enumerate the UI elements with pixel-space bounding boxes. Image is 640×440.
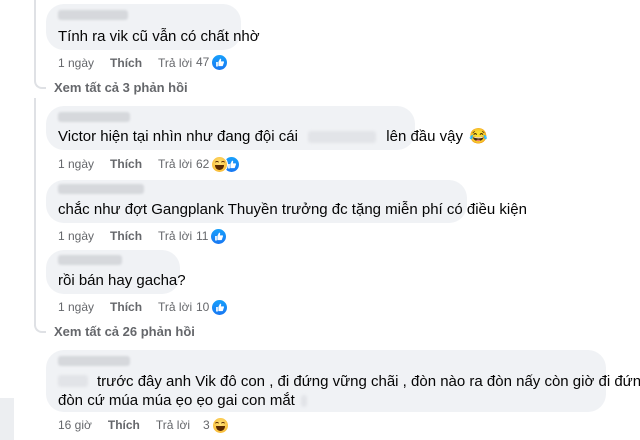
reply-button[interactable]: Trả lời bbox=[156, 418, 190, 432]
redacted-word bbox=[308, 131, 377, 144]
reaction-summary[interactable]: 10 bbox=[196, 298, 229, 316]
redacted-author-name bbox=[58, 184, 144, 194]
redacted-tag bbox=[58, 375, 88, 387]
redacted-author-name bbox=[58, 255, 122, 265]
comment-time[interactable]: 1 ngày bbox=[58, 229, 94, 243]
like-button[interactable]: Thích bbox=[108, 418, 140, 432]
comment-bubble: Victor hiện tại nhìn như đang đội cái lê… bbox=[46, 106, 488, 150]
reaction-summary[interactable]: 3 bbox=[203, 416, 229, 434]
reaction-count: 10 bbox=[196, 300, 210, 314]
reaction-summary[interactable]: 47 bbox=[196, 53, 229, 71]
haha-icon bbox=[211, 416, 229, 434]
like-button[interactable]: Thích bbox=[110, 300, 142, 314]
haha-icon bbox=[211, 155, 229, 173]
comment-text: Victor hiện tại nhìn như đang đội cái lê… bbox=[58, 127, 488, 146]
reaction-count: 3 bbox=[203, 418, 210, 432]
comment-actions: 1 ngày Thích Trả lời bbox=[58, 228, 192, 244]
comment-text-line: đòn cứ múa múa ẹo ẹo gai con mắt bbox=[58, 391, 308, 410]
reaction-count: 47 bbox=[196, 55, 210, 69]
redacted-word bbox=[301, 395, 308, 408]
reply-button[interactable]: Trả lời bbox=[158, 56, 192, 70]
reaction-count: 11 bbox=[196, 229, 209, 243]
comment-bubble: trước đây anh Vik đô con , đi đứng vững … bbox=[46, 350, 640, 412]
like-icon bbox=[211, 298, 229, 316]
comment-time[interactable]: 1 ngày bbox=[58, 157, 94, 171]
thread-branch bbox=[34, 322, 46, 333]
comment-time[interactable]: 16 giờ bbox=[58, 418, 92, 432]
reply-button[interactable]: Trả lời bbox=[158, 300, 192, 314]
comment-actions: 1 ngày Thích Trả lời bbox=[58, 156, 192, 172]
laughing-emoji: 😂 bbox=[469, 128, 488, 145]
comment-text-part: đòn cứ múa múa ẹo ẹo gai con mắt bbox=[58, 392, 295, 409]
avatar-edge bbox=[0, 398, 14, 440]
comment-text-part: Victor hiện tại nhìn như đang đội cái bbox=[58, 128, 298, 145]
comment-time[interactable]: 1 ngày bbox=[58, 300, 94, 314]
comment-actions: 1 ngày Thích Trả lời bbox=[58, 55, 192, 71]
comment-text-part: lên đầu vậy bbox=[386, 128, 464, 145]
reaction-count: 62 bbox=[196, 157, 210, 171]
thread-line bbox=[34, 0, 36, 80]
comment-actions: 16 giờ Thích Trả lời bbox=[58, 417, 190, 433]
like-button[interactable]: Thích bbox=[110, 229, 142, 243]
thread-line bbox=[34, 98, 36, 326]
like-button[interactable]: Thích bbox=[110, 56, 142, 70]
redacted-author-name bbox=[58, 356, 130, 366]
reply-button[interactable]: Trả lời bbox=[158, 229, 192, 243]
comment-bubble: Tính ra vik cũ vẫn có chất nhờ bbox=[46, 4, 260, 50]
thread-branch bbox=[34, 78, 46, 89]
comment-text: chắc như đợt Gangplank Thuyền trưởng đc … bbox=[58, 201, 527, 218]
see-all-replies-link[interactable]: Xem tất cả 3 phản hồi bbox=[34, 78, 188, 95]
comment-text: Tính ra vik cũ vẫn có chất nhờ bbox=[58, 28, 260, 45]
like-icon bbox=[211, 53, 229, 71]
comment-text-line: trước đây anh Vik đô con , đi đứng vững … bbox=[97, 373, 640, 390]
comment-actions: 1 ngày Thích Trả lời bbox=[58, 299, 192, 315]
reaction-summary[interactable]: 11 bbox=[196, 227, 228, 245]
comment-bubble: chắc như đợt Gangplank Thuyền trưởng đc … bbox=[46, 180, 527, 223]
see-all-replies-label: Xem tất cả 26 phản hồi bbox=[54, 324, 195, 339]
see-all-replies-link[interactable]: Xem tất cả 26 phản hồi bbox=[34, 322, 195, 339]
redacted-author-name bbox=[58, 112, 130, 122]
comment-bubble: rồi bán hay gacha? bbox=[46, 250, 186, 294]
comment-text: rồi bán hay gacha? bbox=[58, 272, 186, 289]
like-button[interactable]: Thích bbox=[110, 157, 142, 171]
see-all-replies-label: Xem tất cả 3 phản hồi bbox=[54, 80, 188, 95]
reply-button[interactable]: Trả lời bbox=[158, 157, 192, 171]
comment-time[interactable]: 1 ngày bbox=[58, 56, 94, 70]
redacted-author-name bbox=[58, 10, 128, 20]
like-icon bbox=[210, 227, 228, 245]
reaction-summary[interactable]: 62 bbox=[196, 155, 241, 173]
